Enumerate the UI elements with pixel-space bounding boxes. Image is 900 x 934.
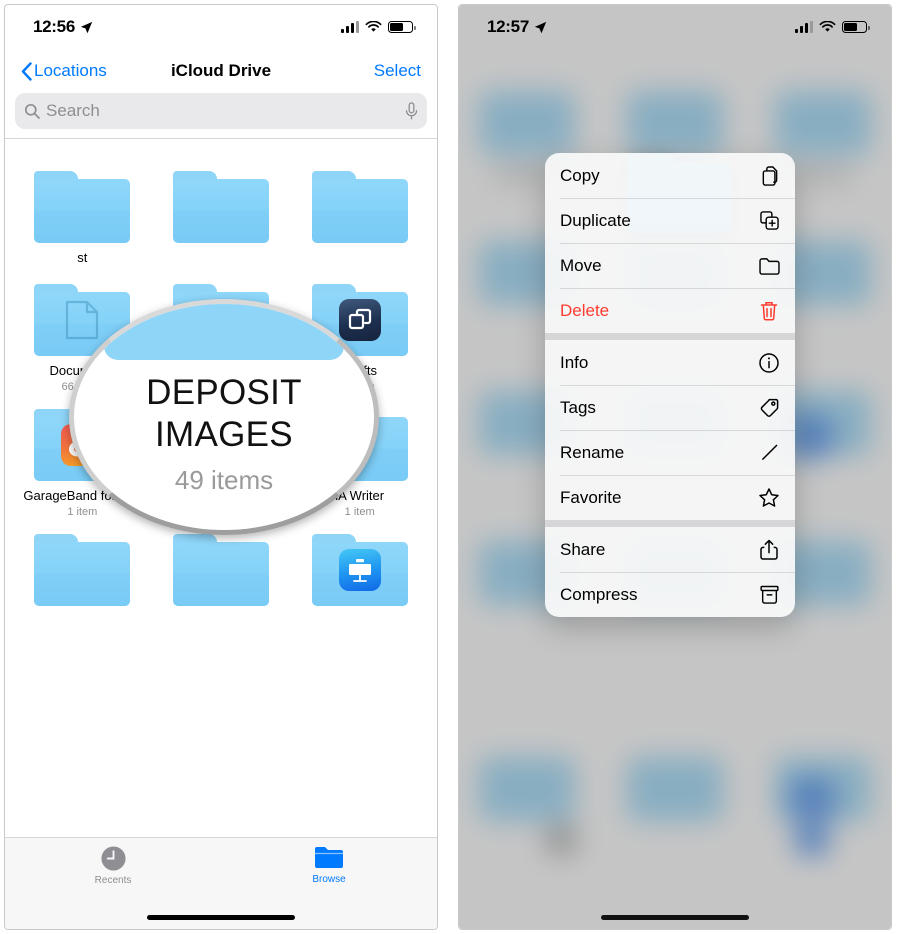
- folder-icon: [172, 171, 269, 243]
- file-name: st: [77, 250, 88, 265]
- menu-item-duplicate[interactable]: Duplicate: [545, 198, 795, 243]
- magnified-folder-top: [104, 304, 344, 360]
- menu-item-rename[interactable]: Rename: [545, 430, 795, 475]
- back-button-locations[interactable]: Locations: [21, 61, 107, 81]
- search-input[interactable]: Search: [15, 93, 427, 129]
- menu-item-label: Info: [560, 352, 589, 372]
- tab-browse[interactable]: Browse: [221, 845, 437, 885]
- clock-icon: [100, 846, 126, 871]
- menu-item-label: Share: [560, 539, 606, 559]
- menu-item-label: Copy: [560, 165, 600, 185]
- trash-icon: [758, 301, 780, 321]
- microphone-icon[interactable]: [405, 102, 418, 120]
- file-item[interactable]: st: [13, 155, 152, 268]
- star-icon: [758, 488, 780, 507]
- keynote-app-badge: [338, 549, 381, 591]
- folder-icon: [315, 847, 343, 868]
- search-area: Search: [5, 93, 437, 138]
- magnifier-callout-folder-name: DEPOSIT IMAGES 49 items: [69, 299, 379, 535]
- context-menu[interactable]: Copy Duplicate Move Delete Info Tags Ren…: [545, 153, 795, 617]
- compress-icon: [758, 585, 780, 604]
- menu-item-compress[interactable]: Compress: [545, 572, 795, 617]
- menu-item-label: Duplicate: [560, 210, 631, 230]
- file-grid-container[interactable]: st 66 GarageBand for iOS 1 item iA Write…: [5, 139, 437, 831]
- status-bar: 12:56: [5, 5, 437, 49]
- menu-item-label: Rename: [560, 442, 625, 462]
- file-count: 1 item: [67, 506, 98, 518]
- wifi-icon: [365, 21, 382, 32]
- duplicate-icon: [758, 211, 780, 230]
- folder-icon: [34, 534, 131, 606]
- screenshot-stage: 12:56 Locations iCloud Drive Select Sear…: [0, 0, 900, 934]
- share-icon: [758, 539, 780, 560]
- copy-icon: [758, 165, 780, 186]
- right-phone-screenshot: 12:57 Copy Duplicate Move Delete Info Ta…: [458, 4, 892, 930]
- magnified-folder-name-line1: DEPOSIT: [146, 373, 302, 412]
- tag-icon: [758, 398, 780, 418]
- file-count: 1 item: [344, 506, 375, 518]
- pencil-icon: [758, 443, 780, 462]
- tab-recents-label: Recents: [94, 875, 132, 886]
- menu-item-move[interactable]: Move: [545, 243, 795, 288]
- location-arrow-icon: [80, 21, 93, 33]
- file-item[interactable]: [290, 155, 429, 268]
- file-item[interactable]: [152, 155, 291, 268]
- tab-browse-label: Browse: [312, 874, 346, 885]
- back-button-label: Locations: [34, 61, 107, 80]
- context-menu-group-2: Info Tags Rename Favorite: [545, 333, 795, 520]
- magnified-folder-name-line2: IMAGES: [155, 415, 293, 454]
- file-item[interactable]: [13, 518, 152, 613]
- document-glyph-icon: [66, 300, 99, 340]
- menu-item-tags[interactable]: Tags: [545, 385, 795, 430]
- cellular-signal-icon: [341, 21, 359, 33]
- left-phone-screenshot: 12:56 Locations iCloud Drive Select Sear…: [4, 4, 438, 930]
- home-indicator: [147, 915, 295, 920]
- folder-icon: [172, 534, 269, 606]
- drafts-glyph-icon: [348, 308, 371, 330]
- menu-item-copy[interactable]: Copy: [545, 153, 795, 198]
- status-bar-time: 12:56: [33, 17, 75, 36]
- folder-icon: [311, 171, 408, 243]
- home-indicator: [601, 915, 749, 920]
- battery-icon: [388, 21, 416, 33]
- context-menu-overlay[interactable]: Copy Duplicate Move Delete Info Tags Ren…: [459, 5, 891, 929]
- menu-item-share[interactable]: Share: [545, 527, 795, 572]
- folder-icon: [34, 171, 131, 243]
- context-menu-group-3: Share Compress: [545, 520, 795, 617]
- presentation-glyph-icon: [348, 559, 371, 582]
- menu-item-info[interactable]: Info: [545, 340, 795, 385]
- navigation-bar: Locations iCloud Drive Select: [5, 49, 437, 93]
- menu-item-delete[interactable]: Delete: [545, 288, 795, 333]
- tab-recents[interactable]: Recents: [5, 845, 221, 886]
- search-placeholder: Search: [46, 101, 100, 120]
- tab-bar: Recents Browse: [5, 837, 437, 929]
- magnified-folder-count: 49 items: [174, 465, 274, 495]
- drafts-app-badge: [338, 299, 381, 341]
- file-item-keynote[interactable]: [290, 518, 429, 613]
- menu-item-label: Move: [560, 255, 602, 275]
- menu-item-label: Delete: [560, 300, 610, 320]
- status-bar-right: [341, 21, 416, 33]
- menu-item-favorite[interactable]: Favorite: [545, 475, 795, 520]
- menu-item-label: Favorite: [560, 487, 622, 507]
- folder-keynote-app-icon: [311, 534, 408, 606]
- menu-item-label: Compress: [560, 584, 638, 604]
- menu-item-label: Tags: [560, 397, 596, 417]
- search-icon: [24, 103, 40, 119]
- chevron-left-icon: [21, 61, 32, 81]
- info-circle-icon: [758, 352, 780, 373]
- status-bar-left: 12:56: [33, 17, 93, 37]
- folder-icon: [758, 257, 780, 275]
- context-menu-group-1: Copy Duplicate Move Delete: [545, 153, 795, 333]
- select-button[interactable]: Select: [374, 61, 421, 81]
